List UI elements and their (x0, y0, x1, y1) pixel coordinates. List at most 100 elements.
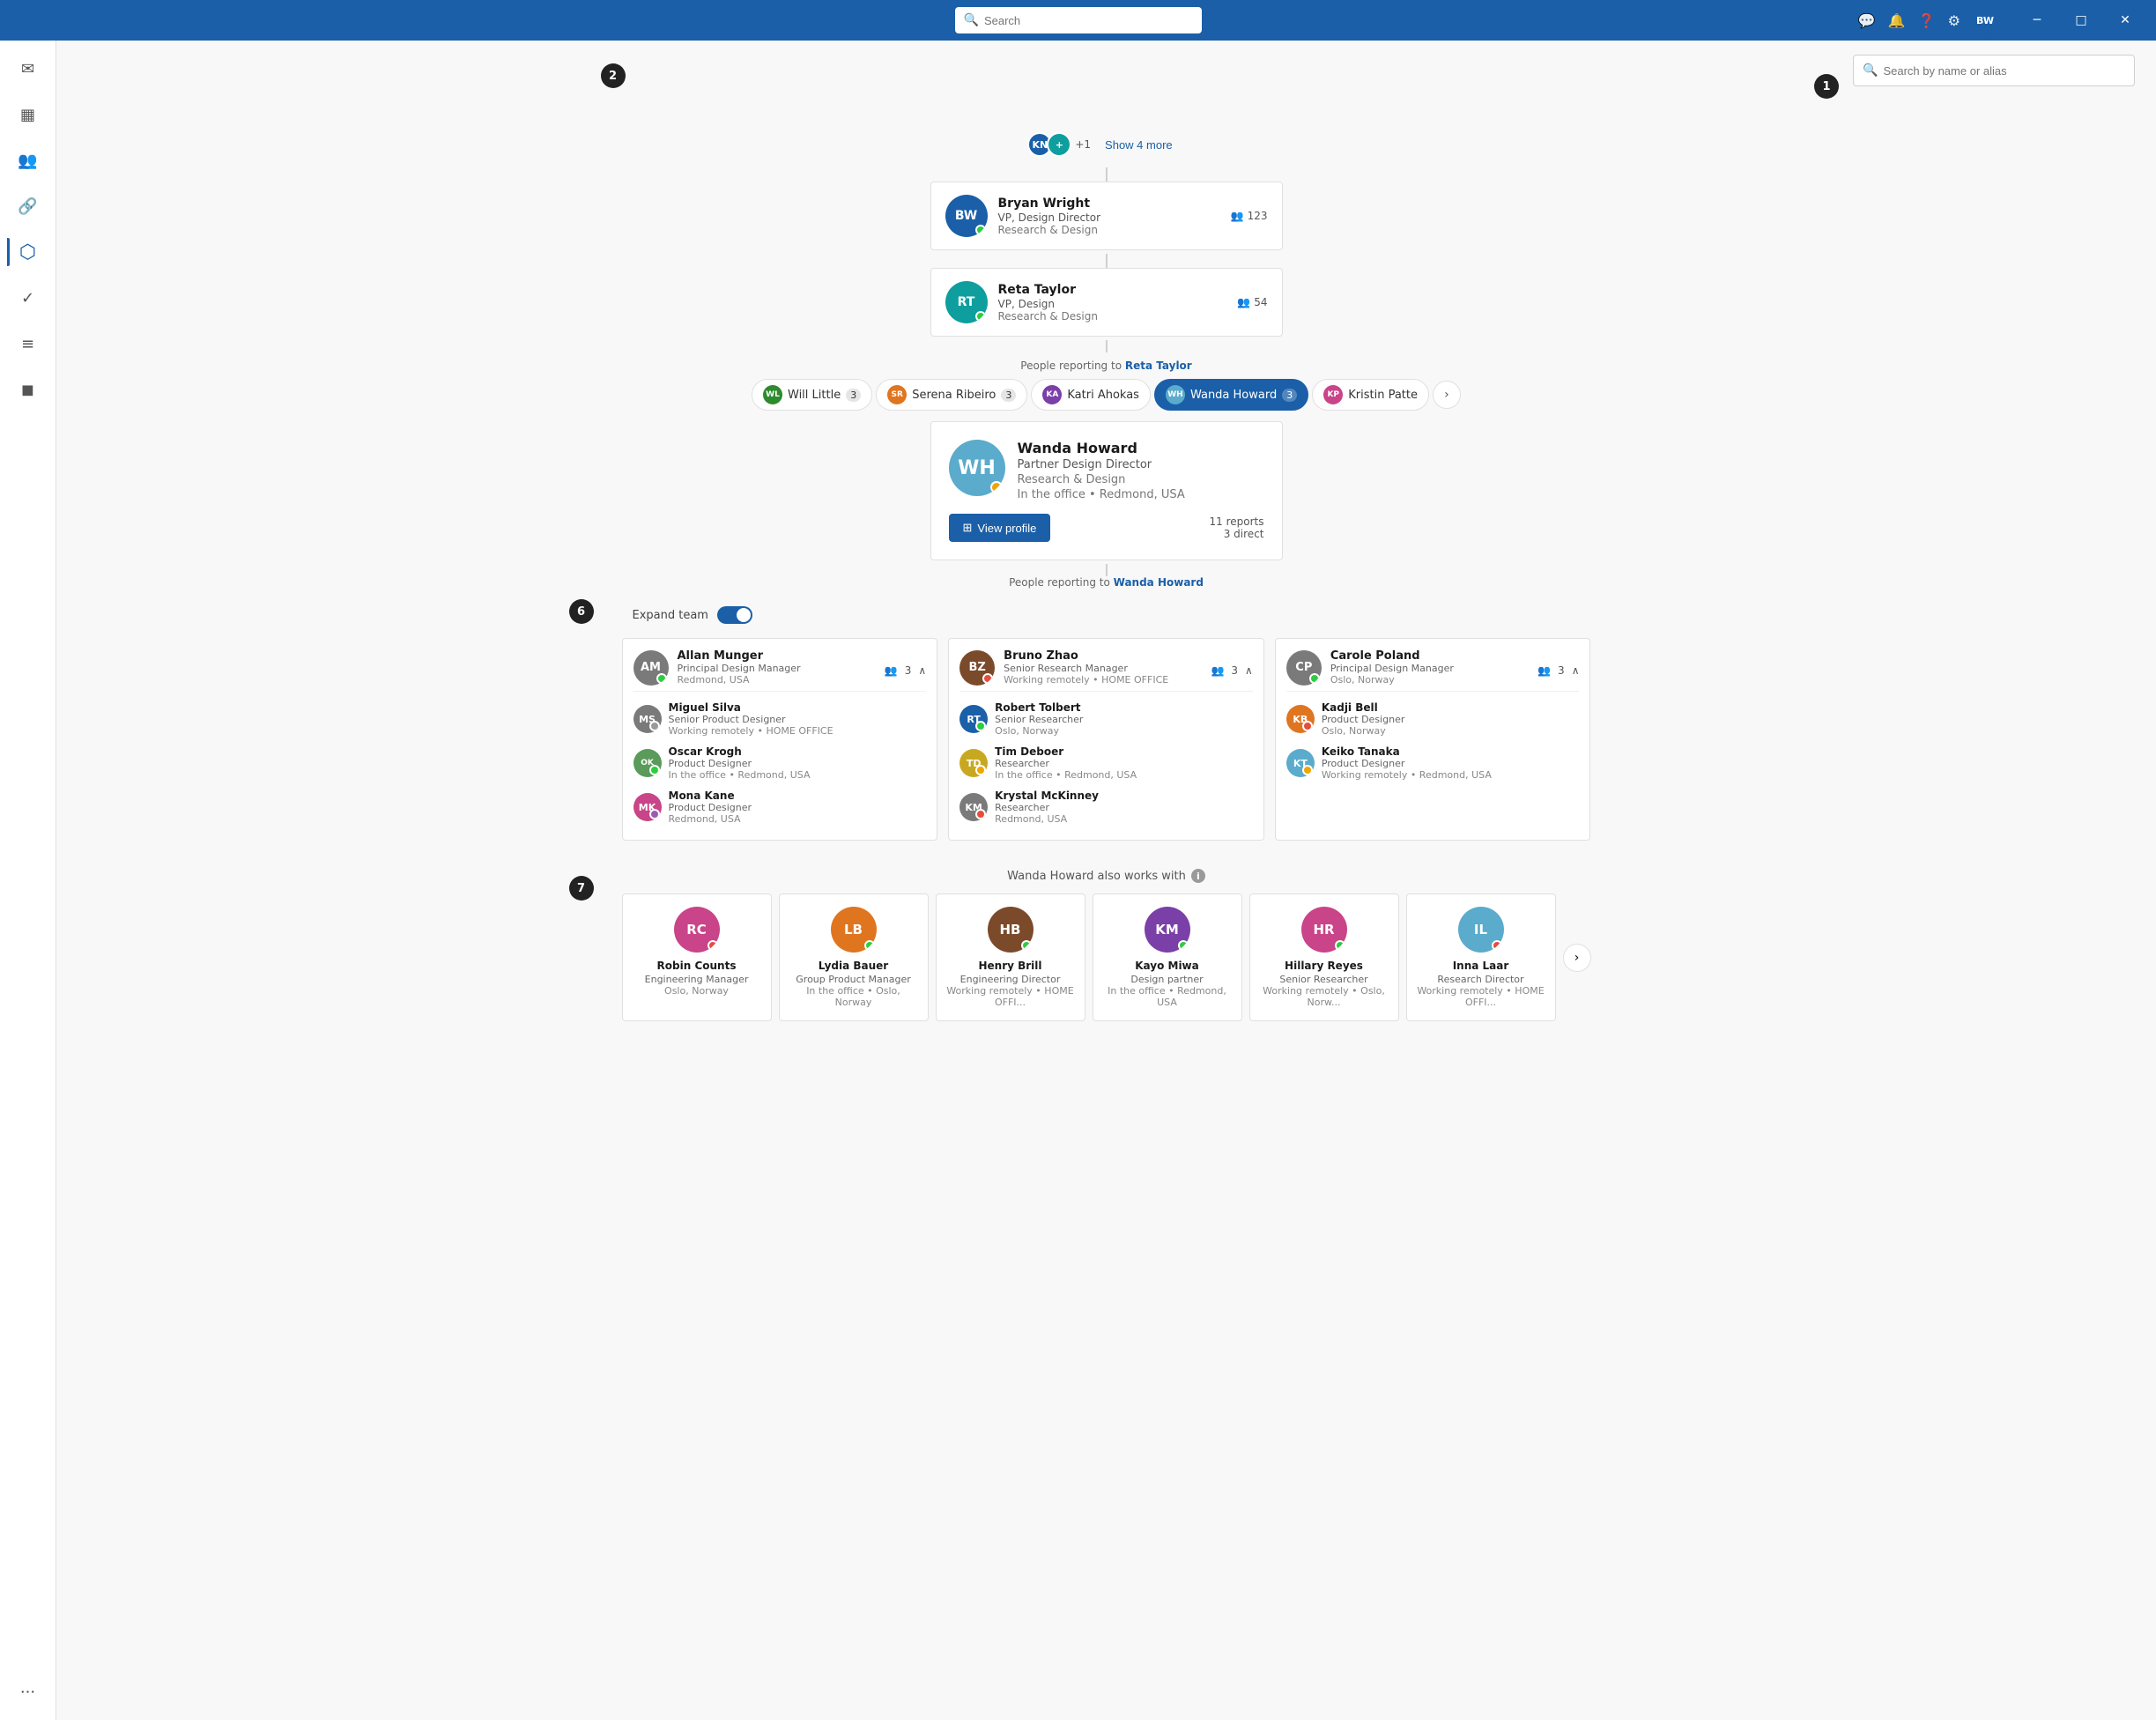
view-profile-button[interactable]: ⊞ View profile (949, 514, 1051, 542)
team-card-bruno[interactable]: BZ Bruno Zhao Senior Research Manager Wo… (948, 638, 1264, 841)
connector-1 (1106, 167, 1108, 182)
avatar-keiko: KT (1286, 749, 1315, 777)
coworker-card-inna[interactable]: IL Inna Laar Research Director Working r… (1406, 893, 1556, 1021)
name-search-input[interactable] (1883, 64, 2125, 78)
tab-serena[interactable]: SR Serena Ribeiro 3 (876, 379, 1027, 411)
team-card-allan[interactable]: AM Allan Munger Principal Design Manager… (622, 638, 938, 841)
status-dot-bryan (975, 225, 986, 235)
connector-4 (1106, 564, 1108, 576)
search-input[interactable] (984, 14, 1193, 27)
minimize-button[interactable]: ─ (2017, 0, 2057, 41)
reta-link[interactable]: Reta Taylor (1125, 360, 1192, 372)
person-dept-bryan: Research & Design (998, 224, 1220, 236)
status-inna (1492, 940, 1502, 951)
avatar-reta: RT (945, 281, 988, 323)
sidebar-item-mail[interactable]: ✉ (7, 48, 49, 90)
help-icon[interactable]: ❓ (1918, 12, 1936, 29)
title-lydia: Group Product Manager (796, 974, 910, 985)
info-miguel: Miguel Silva Senior Product Designer Wor… (669, 701, 834, 737)
name-mona: Mona Kane (669, 790, 752, 802)
settings-icon[interactable]: ⚙ (1948, 12, 1960, 29)
coworker-card-hillary[interactable]: HR Hillary Reyes Senior Researcher Worki… (1249, 893, 1399, 1021)
person-card-bryan[interactable]: BW Bryan Wright VP, Design Director Rese… (930, 182, 1283, 250)
sidebar-item-tasks[interactable]: ✓ (7, 277, 49, 319)
sidebar: ✉ ▦ 👥 🔗 ⬡ ✓ ≡ ◼ ··· (0, 41, 56, 1720)
people-icon: 👥 (18, 152, 37, 170)
chevron-up-bruno[interactable]: ∧ (1245, 664, 1253, 677)
close-button[interactable]: ✕ (2105, 0, 2145, 41)
name-miguel: Miguel Silva (669, 701, 834, 714)
tab-label-katri: Katri Ahokas (1067, 389, 1139, 402)
title-henry: Engineering Director (960, 974, 1061, 985)
avatar-robert: RT (959, 705, 988, 733)
person-title-reta: VP, Design (998, 298, 1227, 310)
wanda-dept: Research & Design (1018, 473, 1185, 486)
avatar-kadji: KB (1286, 705, 1315, 733)
status-henry (1021, 940, 1032, 951)
name-lydia: Lydia Bauer (819, 960, 888, 972)
also-works-header: Wanda Howard also works with i (622, 869, 1591, 883)
person-card-reta[interactable]: RT Reta Taylor VP, Design Research & Des… (930, 268, 1283, 337)
name-krystal: Krystal McKinney (995, 790, 1099, 802)
tab-avatar-will: WL (763, 385, 782, 404)
info-keiko: Keiko Tanaka Product Designer Working re… (1322, 745, 1492, 781)
location-henry: Working remotely • HOME OFFI... (945, 985, 1076, 1008)
coworker-card-lydia[interactable]: LB Lydia Bauer Group Product Manager In … (779, 893, 929, 1021)
main-search-bar[interactable]: 🔍 (955, 7, 1202, 33)
person-reports-bryan: 👥 123 (1231, 210, 1268, 222)
chevron-up-allan[interactable]: ∧ (918, 664, 926, 677)
sidebar-item-org[interactable]: ⬡ (7, 231, 49, 273)
expand-team-toggle[interactable] (717, 606, 752, 624)
show-more-button[interactable]: Show 4 more (1098, 135, 1180, 155)
calendar-icon: ▦ (20, 106, 35, 124)
expand-team-row: Expand team (629, 606, 1591, 624)
avatar-bryan: BW (945, 195, 988, 237)
info-icon[interactable]: i (1191, 869, 1205, 883)
actions-bruno: 👥 3 ∧ (1211, 664, 1252, 677)
sidebar-item-list[interactable]: ≡ (7, 322, 49, 365)
sidebar-item-app[interactable]: ◼ (7, 368, 49, 411)
annotation-2: 2 (601, 63, 626, 88)
title-tim: Researcher (995, 758, 1137, 769)
coworkers-next-button[interactable]: › (1563, 944, 1591, 972)
person-dept-reta: Research & Design (998, 310, 1227, 322)
title-bruno: Senior Research Manager (1004, 663, 1168, 674)
status-tim (975, 765, 986, 775)
chevron-up-carole[interactable]: ∧ (1572, 664, 1580, 677)
chat-icon[interactable]: 💬 (1858, 12, 1876, 29)
mail-icon: ✉ (21, 60, 34, 78)
coworker-card-henry[interactable]: HB Henry Brill Engineering Director Work… (936, 893, 1085, 1021)
sidebar-item-attach[interactable]: 🔗 (7, 185, 49, 227)
view-profile-label: View profile (977, 522, 1036, 535)
location-lydia: In the office • Oslo, Norway (789, 985, 919, 1008)
show-more-row: KN + +1 Show 4 more (1033, 132, 1179, 157)
more-icon: ··· (20, 1683, 35, 1701)
tab-will-little[interactable]: WL Will Little 3 (752, 379, 872, 411)
status-bruno (982, 673, 993, 684)
search-icon: 🔍 (964, 13, 979, 27)
sidebar-item-people[interactable]: 👥 (7, 139, 49, 182)
tab-kristin[interactable]: KP Kristin Patte (1312, 379, 1429, 411)
tab-wanda[interactable]: WH Wanda Howard 3 (1154, 379, 1308, 411)
info-carole: Carole Poland Principal Design Manager O… (1330, 649, 1454, 686)
coworker-card-robin[interactable]: RC Robin Counts Engineering Manager Oslo… (622, 893, 772, 1021)
status-allan (656, 673, 667, 684)
coworker-card-kayo[interactable]: KM Kayo Miwa Design partner In the offic… (1093, 893, 1242, 1021)
user-avatar[interactable]: BW (1973, 8, 1997, 33)
tab-katri[interactable]: KA Katri Ahokas (1031, 379, 1151, 411)
info-allan: Allan Munger Principal Design Manager Re… (678, 649, 801, 686)
activity-icon[interactable]: 🔔 (1888, 12, 1906, 29)
reports-count-bryan: 123 (1248, 210, 1268, 222)
team-card-carole[interactable]: CP Carole Poland Principal Design Manage… (1275, 638, 1591, 841)
maximize-button[interactable]: □ (2061, 0, 2101, 41)
more-tabs-button[interactable]: › (1433, 381, 1461, 409)
wanda-link[interactable]: Wanda Howard (1114, 576, 1204, 589)
location-robin: Oslo, Norway (664, 985, 729, 997)
name-search-bar[interactable]: 🔍 (1853, 55, 2135, 86)
name-henry: Henry Brill (978, 960, 1041, 972)
sub-members-allan: MS Miguel Silva Senior Product Designer … (633, 691, 927, 829)
reports-icon-bruno: 👥 (1211, 664, 1224, 677)
sidebar-item-calendar[interactable]: ▦ (7, 93, 49, 136)
sidebar-item-more[interactable]: ··· (7, 1671, 49, 1713)
location-miguel: Working remotely • HOME OFFICE (669, 725, 834, 737)
